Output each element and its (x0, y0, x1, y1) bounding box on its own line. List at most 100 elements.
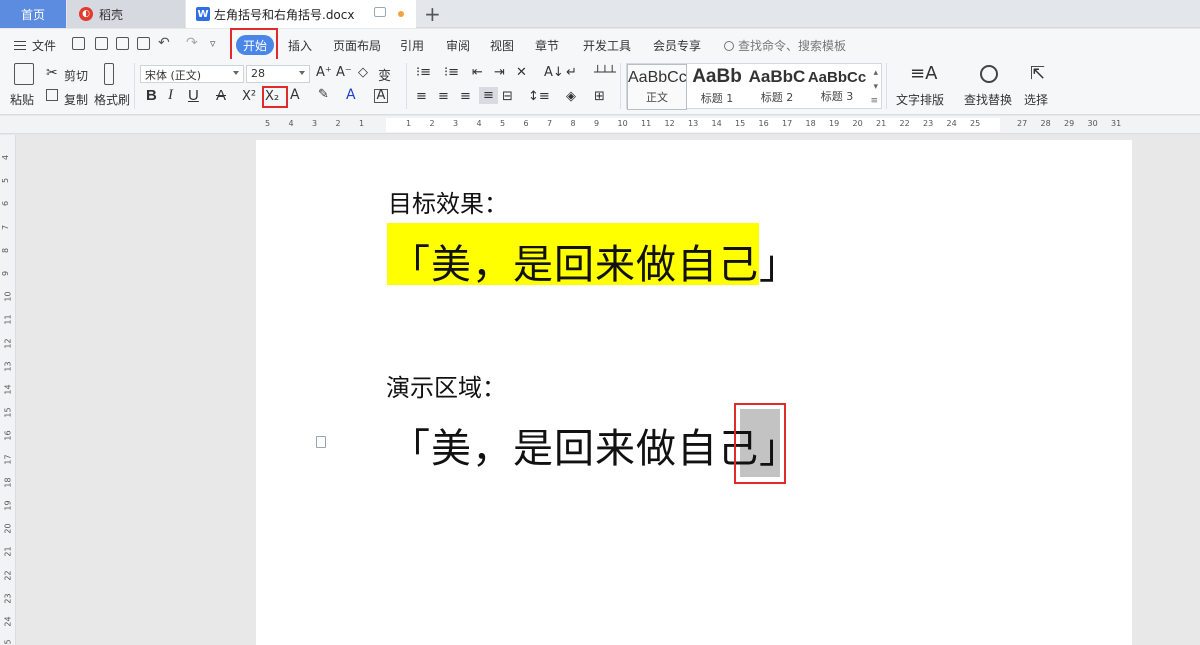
vertical-ruler[interactable]: 4 5 6 7 8 9 10 11 12 13 14 15 16 17 18 19 20 21 22 23 24 25 (0, 135, 16, 645)
undo-icon[interactable]: ↶ (158, 35, 170, 51)
ruler-tick-label: 19 (829, 119, 840, 128)
style-heading-2[interactable]: AaBbC 标题 2 (747, 64, 807, 110)
distributed-icon[interactable]: ⊟ (502, 89, 513, 104)
highlight-color-icon[interactable]: ✎ (318, 87, 329, 102)
tab-daoke[interactable]: ◐ 稻壳 (67, 0, 185, 28)
text-effect-icon[interactable]: A (290, 87, 300, 103)
annotation-box-home-tab (230, 28, 278, 61)
clear-format-icon[interactable]: ◇ (358, 65, 368, 80)
command-search[interactable]: 查找命令、搜索模板 (724, 37, 846, 54)
style-normal[interactable]: AaBbCcDd 正文 (627, 64, 687, 110)
horizontal-ruler[interactable]: 5 4 3 2 1 1 2 3 4 5 6 7 8 9 10 11 12 13 14 15 16 17 18 19 20 21 22… (0, 116, 1200, 134)
save-icon[interactable] (72, 37, 85, 50)
paste-button[interactable]: 粘贴 (10, 91, 34, 108)
unsaved-dot-icon (398, 11, 404, 17)
paragraph-layout-icon[interactable] (316, 436, 326, 448)
chinese-layout-icon[interactable]: ✕ (516, 65, 527, 80)
redo-icon[interactable]: ↷ (186, 35, 198, 51)
grow-font-icon[interactable]: A⁺ (316, 65, 332, 80)
menu-bar: 文件 ↶ ↷ ▿ 开始 插入 页面布局 引用 审阅 视图 章节 开发工具 会员专… (0, 29, 1200, 59)
expand-styles-icon[interactable]: ≡ (870, 96, 878, 106)
screen-icon[interactable] (374, 7, 386, 17)
font-name-select[interactable]: 宋体 (正文) (140, 65, 244, 83)
font-size-select[interactable]: 28 (246, 65, 310, 83)
text-layout-button[interactable]: 文字排版 (896, 91, 944, 108)
format-painter-button[interactable]: 格式刷 (94, 91, 130, 108)
style-heading-3[interactable]: AaBbCc 标题 3 (807, 64, 867, 110)
separator (620, 63, 621, 109)
align-right-icon[interactable]: ≡ (460, 89, 471, 104)
ruler-tick-label: 25 (3, 639, 13, 645)
ruler-tick-label: 18 (805, 119, 816, 128)
show-marks-icon[interactable]: ↵ (566, 65, 577, 80)
font-color-icon[interactable]: A (346, 87, 356, 103)
ruler-tick-label: 13 (3, 361, 13, 372)
tab-view[interactable]: 视图 (490, 37, 514, 54)
find-replace-icon[interactable] (980, 65, 998, 83)
bold-button[interactable]: B (146, 87, 157, 104)
tab-member[interactable]: 会员专享 (653, 37, 701, 54)
customize-quickbar-icon[interactable]: ▿ (210, 37, 216, 50)
character-border-icon[interactable]: A (374, 89, 388, 103)
tab-review[interactable]: 审阅 (446, 37, 470, 54)
tab-ruler-icon[interactable]: ┴┴┴ (594, 65, 616, 79)
tab-bar: 首页 ◐ 稻壳 W 左角括号和右角括号.docx + (0, 0, 1200, 28)
ruler-tick-label: 2 (335, 119, 341, 128)
borders-icon[interactable]: ⊞ (594, 89, 605, 104)
scroll-up-icon[interactable]: ▴ (873, 68, 878, 78)
tab-home-label: 首页 (20, 7, 45, 22)
strikethrough-button[interactable]: A (216, 87, 226, 104)
ruler-tick-label: 5 (500, 119, 506, 128)
ruler-tick-label: 8 (570, 119, 576, 128)
phonetic-guide-icon[interactable]: 变 (378, 65, 391, 84)
format-painter-icon[interactable] (104, 63, 114, 85)
line-spacing-icon[interactable]: ↕≡ (528, 89, 550, 104)
tab-insert[interactable]: 插入 (288, 37, 312, 54)
ruler-tick-label: 23 (923, 119, 934, 128)
copy-icon[interactable] (46, 89, 58, 101)
style-label: 标题 3 (820, 90, 854, 103)
new-tab-button[interactable]: + (424, 2, 441, 26)
tab-document[interactable]: W 左角括号和右角括号.docx (186, 0, 416, 28)
export-pdf-icon[interactable] (95, 37, 108, 50)
select-button[interactable]: 选择 (1024, 91, 1048, 108)
decrease-indent-icon[interactable]: ⇤ (472, 65, 483, 80)
style-heading-1[interactable]: AaBb 标题 1 (687, 64, 747, 110)
ruler-tick-label: 18 (3, 477, 13, 488)
ruler-tick-label: 11 (3, 314, 13, 325)
shrink-font-icon[interactable]: A⁻ (336, 65, 352, 80)
sort-icon[interactable]: A↓ (544, 65, 564, 80)
cursor-icon[interactable]: ⇱ (1030, 63, 1045, 84)
copy-button[interactable]: 复制 (64, 91, 88, 108)
ruler-tick-label: 25 (970, 119, 981, 128)
tab-developer[interactable]: 开发工具 (583, 37, 631, 54)
ruler-tick-label: 28 (1040, 119, 1051, 128)
justify-icon[interactable]: ≡ (479, 87, 498, 104)
increase-indent-icon[interactable]: ⇥ (494, 65, 505, 80)
underline-button[interactable]: U (188, 87, 199, 104)
cut-button[interactable]: 剪切 (64, 67, 88, 84)
file-menu[interactable]: 文件 (14, 37, 56, 54)
align-center-icon[interactable]: ≡ (438, 89, 449, 104)
tab-chapter[interactable]: 章节 (535, 37, 559, 54)
italic-button[interactable]: I (168, 87, 173, 104)
text-layout-icon[interactable]: ≡A (910, 63, 937, 84)
hamburger-icon (14, 41, 26, 50)
scroll-down-icon[interactable]: ▾ (873, 82, 878, 92)
print-icon[interactable] (116, 37, 129, 50)
font-name-value: 宋体 (正文) (145, 69, 202, 82)
tab-references[interactable]: 引用 (400, 37, 424, 54)
paste-icon[interactable] (14, 63, 34, 85)
find-replace-button[interactable]: 查找替换 (964, 91, 1012, 108)
superscript-button[interactable]: X² (242, 89, 256, 104)
tab-home[interactable]: 首页 (0, 0, 66, 28)
shading-icon[interactable]: ◈ (566, 89, 576, 104)
bullet-list-icon[interactable]: ⁝≡ (416, 65, 431, 80)
print-preview-icon[interactable] (137, 37, 150, 50)
tab-page-layout[interactable]: 页面布局 (333, 37, 381, 54)
ruler-tick-label: 7 (547, 119, 553, 128)
align-left-icon[interactable]: ≡ (416, 89, 427, 104)
style-sample: AaBb (692, 66, 742, 87)
numbered-list-icon[interactable]: ⁝≡ (444, 65, 459, 80)
scissors-icon[interactable]: ✂ (46, 65, 58, 81)
